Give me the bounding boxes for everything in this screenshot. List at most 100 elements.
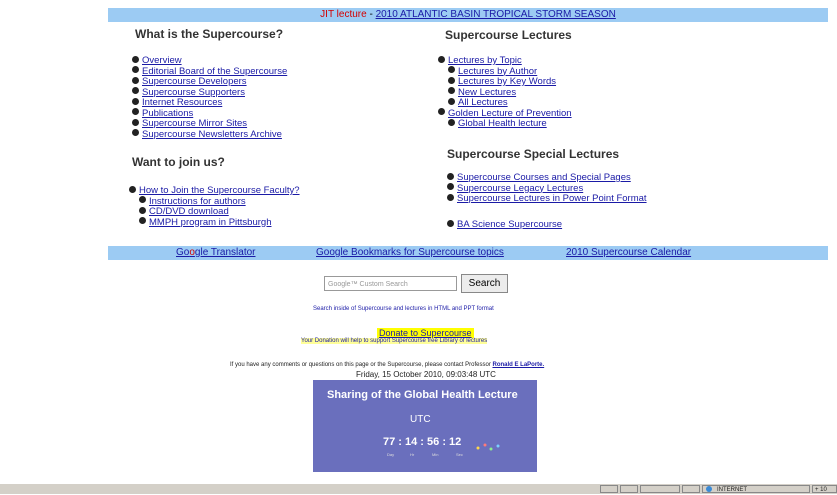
bullet-icon [132,87,139,95]
bullet-icon [132,76,139,84]
bullet-icon [448,76,455,84]
lectures-heading: Supercourse Lectures [445,28,572,42]
clock-label-hr: Hr [410,452,415,457]
contact-professor-link[interactable]: Ronald E LaPorte. [492,362,544,368]
bullet-icon [132,129,139,137]
bullet-icon [447,219,454,227]
zoom-segment[interactable]: + 10 [812,485,837,493]
bullet-icon [448,87,455,95]
bullet-icon [132,55,139,63]
overview-link[interactable]: Overview [142,55,182,66]
bullet-icon [447,172,454,180]
developers-link[interactable]: Supercourse Developers [142,76,247,87]
widget-title: Sharing of the Global Health Lecture [327,389,518,401]
bullet-icon [438,108,445,116]
what-is-list: Overview Editorial Board of the Supercou… [132,55,287,141]
bullet-icon [447,193,454,201]
search-caption: Search inside of Supercourse and lecture… [313,306,494,312]
donate-subtext: Your Donation will help to support Super… [301,338,488,344]
global-health-link[interactable]: Global Health lecture [458,118,547,129]
bullet-icon [139,206,146,214]
list-item: Supercourse Lectures in Power Point Form… [447,193,647,205]
ppt-lectures-link[interactable]: Supercourse Lectures in Power Point Form… [457,193,647,204]
top-banner: JIT lecture - 2010 ATLANTIC BASIN TROPIC… [108,8,828,22]
special-list: Supercourse Courses and Special Pages Su… [447,172,647,205]
lectures-by-author-link[interactable]: Lectures by Author [458,66,537,77]
bullet-icon [132,108,139,116]
contact-line: If you have any comments or questions on… [230,362,544,368]
donate-box: Donate to Supercourse [377,328,474,338]
google-translator-link[interactable]: Google Translator [176,246,256,260]
links-bar: Google Translator Google Bookmarks for S… [108,246,828,260]
translator-rest: gle Translator [194,247,256,258]
ba-science-link[interactable]: BA Science Supercourse [457,219,562,230]
global-health-widget[interactable]: Sharing of the Global Health Lecture UTC… [313,380,537,472]
status-segment [682,485,700,493]
lectures-by-keywords-link[interactable]: Lectures by Key Words [458,76,556,87]
golden-lecture-link[interactable]: Golden Lecture of Prevention [448,108,572,119]
supporters-link[interactable]: Supercourse Supporters [142,87,245,98]
bullet-icon [132,118,139,126]
donate-link[interactable]: Donate to Supercourse [379,328,472,338]
status-segment [600,485,618,493]
date-display: Friday, 15 October 2010, 09:03:48 UTC [356,370,496,379]
all-lectures-link[interactable]: All Lectures [458,97,508,108]
list-item: Global Health lecture [438,118,572,130]
bullet-icon [139,217,146,225]
search-button[interactable]: Search [461,274,508,293]
globe-icon [706,486,712,492]
cd-dvd-link[interactable]: CD/DVD download [149,206,229,217]
bullet-icon [448,118,455,126]
status-segment [620,485,638,493]
list-item: Supercourse Newsletters Archive [132,129,287,141]
bullet-icon [132,97,139,105]
contact-text: If you have any comments or questions on… [230,362,493,368]
translator-go: Go [176,247,190,258]
jit-lecture-label: JIT lecture [320,9,367,20]
widget-utc: UTC [410,414,431,425]
bullet-icon [132,66,139,74]
join-list: How to Join the Supercourse Faculty? Ins… [129,185,300,229]
ba-list: BA Science Supercourse [447,219,562,231]
list-item: MMPH program in Pittsburgh [129,217,300,229]
newsletters-link[interactable]: Supercourse Newsletters Archive [142,129,282,140]
lock-status-segment [640,485,680,493]
zoom-text: + 10 [815,487,827,493]
legacy-lectures-link[interactable]: Supercourse Legacy Lectures [457,183,583,194]
list-item: BA Science Supercourse [447,219,562,231]
bullet-icon [447,183,454,191]
bullet-icon [139,196,146,204]
internet-resources-link[interactable]: Internet Resources [142,97,222,108]
jit-lecture-link[interactable]: 2010 ATLANTIC BASIN TROPICAL STORM SEASO… [376,9,616,20]
courses-special-link[interactable]: Supercourse Courses and Special Pages [457,172,631,183]
calendar-link[interactable]: 2010 Supercourse Calendar [566,246,691,260]
separator: - [366,9,376,20]
clock-label-min: Min [432,452,439,457]
google-brand: Google™ [328,281,358,288]
zone-segment: INTERNET [702,485,810,493]
new-lectures-link[interactable]: New Lectures [458,87,516,98]
join-faculty-link[interactable]: How to Join the Supercourse Faculty? [139,185,300,196]
bullet-icon [448,66,455,74]
lectures-list: Lectures by Topic Lectures by Author Lec… [438,55,572,130]
zone-text: INTERNET [717,487,747,493]
lectures-by-topic-link[interactable]: Lectures by Topic [448,55,522,66]
bullet-icon [448,97,455,105]
sparkle-icon [476,443,500,451]
instructions-link[interactable]: Instructions for authors [149,196,246,207]
google-bookmarks-link[interactable]: Google Bookmarks for Supercourse topics [316,246,504,260]
mirror-sites-link[interactable]: Supercourse Mirror Sites [142,118,247,129]
clock-label-day: Day [387,452,395,457]
what-is-heading: What is the Supercourse? [135,27,284,41]
status-bar: INTERNET + 10 [0,483,837,494]
widget-clock: 77 : 14 : 56 : 12 [383,436,462,448]
clock-label-sec: Sec [456,452,463,457]
join-heading: Want to join us? [132,155,225,169]
publications-link[interactable]: Publications [142,108,193,119]
search-input[interactable]: Google™ Custom Search [324,276,457,291]
editorial-board-link[interactable]: Editorial Board of the Supercourse [142,66,287,77]
search-placeholder: Custom Search [359,281,408,288]
mmph-link[interactable]: MMPH program in Pittsburgh [149,217,271,228]
special-heading: Supercourse Special Lectures [447,147,620,161]
bullet-icon [129,185,136,193]
